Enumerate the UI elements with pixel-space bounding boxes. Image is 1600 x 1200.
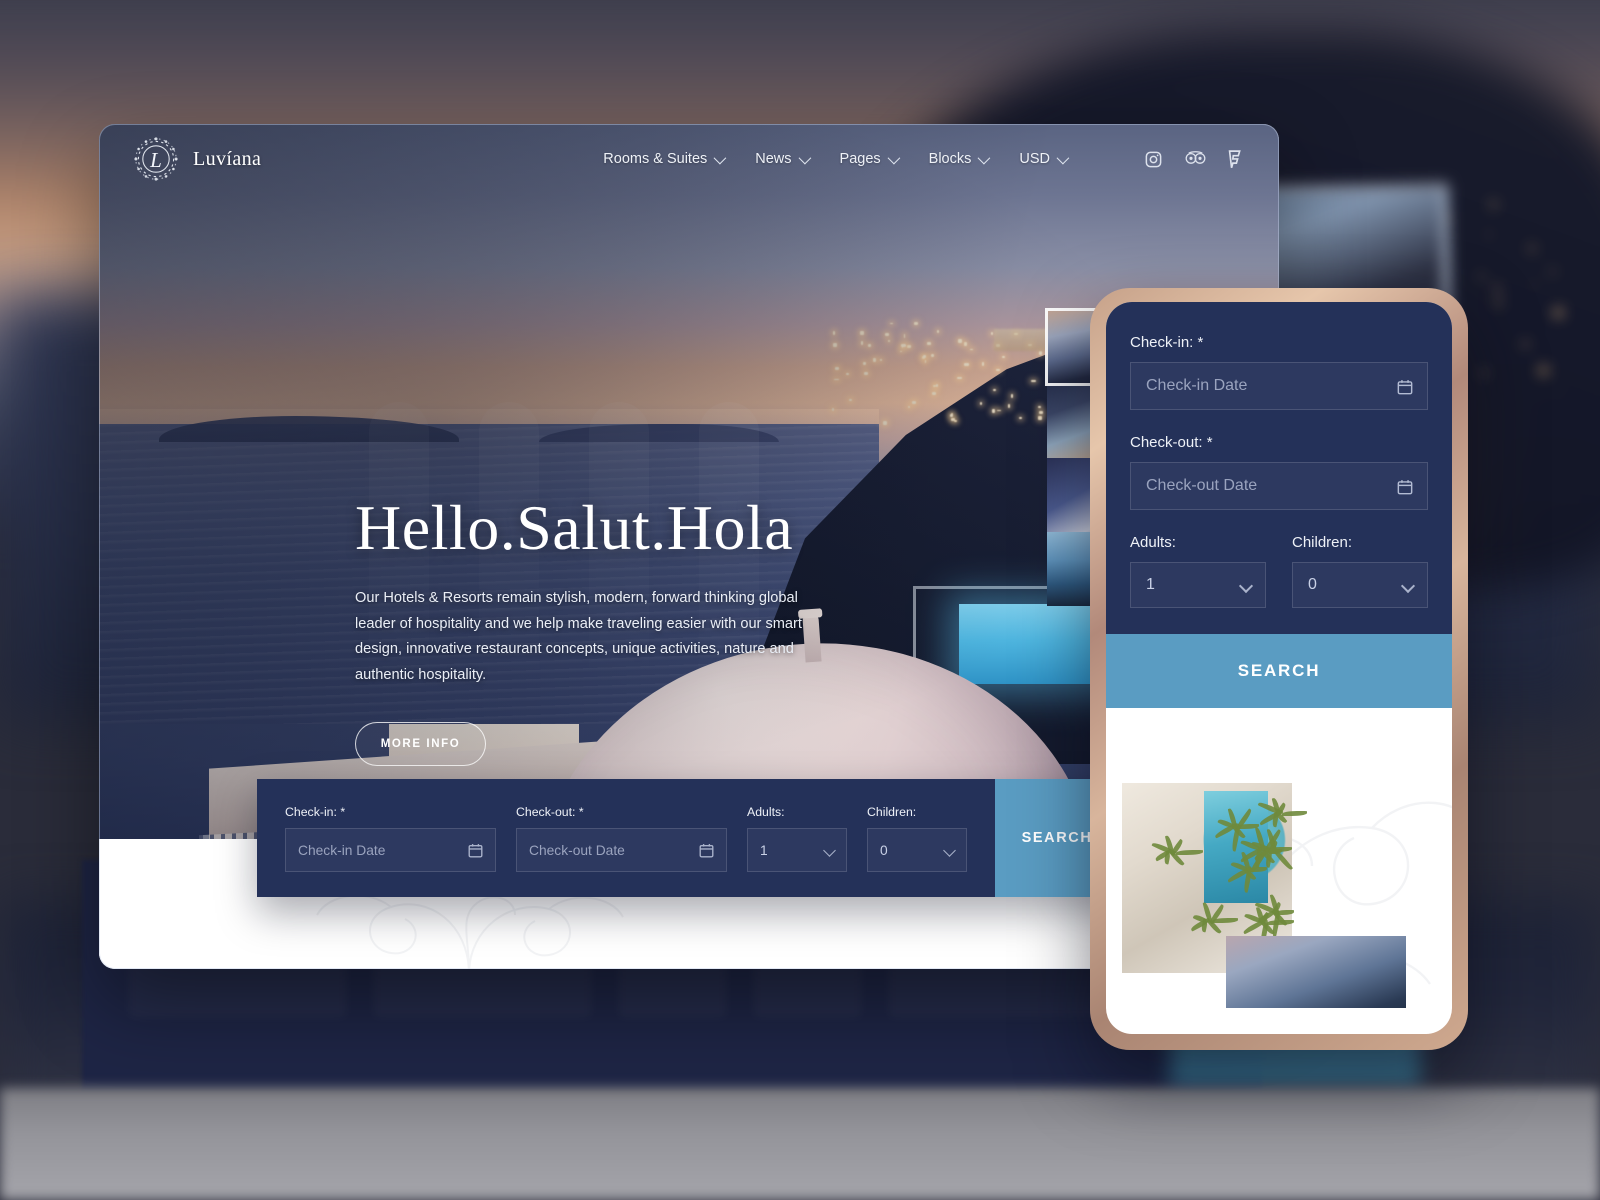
chevron-down-icon <box>1400 578 1416 594</box>
mobile-checkout-input[interactable]: Check-out Date <box>1130 462 1428 510</box>
nav-label: News <box>755 151 792 167</box>
chevron-down-icon <box>798 151 811 164</box>
chevron-down-icon <box>713 151 727 164</box>
adults-label: Adults: <box>747 805 785 819</box>
adults-select[interactable]: 1 <box>747 828 847 872</box>
mobile-adults-select[interactable]: 1 <box>1130 562 1266 608</box>
mobile-children-value: 0 <box>1308 576 1317 593</box>
nav-item-pages[interactable]: Pages <box>839 151 900 167</box>
brand-logo[interactable]: L Luvíana <box>133 136 261 182</box>
mobile-checkout-placeholder: Check-out Date <box>1146 477 1258 494</box>
nav-label: Blocks <box>928 151 972 167</box>
chevron-down-icon <box>1056 151 1070 164</box>
booking-fields: Check-in: * Check-in Date Check-out: * C… <box>257 779 995 897</box>
site-header: L Luvíana Rooms & Suites News Pages Bloc… <box>99 124 1279 194</box>
checkin-placeholder: Check-in Date <box>298 842 386 858</box>
mobile-checkout-label: Check-out: * <box>1130 434 1428 451</box>
tripadvisor-icon[interactable] <box>1185 150 1206 169</box>
required-mark: * <box>1206 434 1213 451</box>
mobile-guests-row: Adults: 1 Children: 0 <box>1130 534 1428 608</box>
mobile-adults-label: Adults: <box>1130 534 1176 551</box>
svg-text:L: L <box>149 148 162 172</box>
calendar-icon <box>698 842 715 859</box>
mobile-checkin-label: Check-in: * <box>1130 334 1428 351</box>
calendar-icon <box>1396 478 1414 496</box>
required-mark: * <box>1197 334 1204 351</box>
mobile-adults-group: Adults: 1 <box>1130 534 1266 608</box>
mobile-search-button[interactable]: SEARCH <box>1106 634 1452 708</box>
children-value: 0 <box>880 842 888 858</box>
checkout-label: Check-out: * <box>516 805 727 819</box>
mobile-screen: Check-in: * Check-in Date Check-out: * C… <box>1106 302 1452 1034</box>
checkin-label: Check-in: * <box>285 805 496 819</box>
calendar-icon <box>1396 378 1414 396</box>
required-mark: * <box>578 805 584 819</box>
chevron-down-icon <box>977 151 991 164</box>
nav-label: Pages <box>839 151 881 167</box>
hero-paragraph: Our Hotels & Resorts remain stylish, mod… <box>355 590 802 683</box>
mobile-checkin-input[interactable]: Check-in Date <box>1130 362 1428 410</box>
currency-selector[interactable]: USD <box>1019 151 1070 167</box>
mobile-checkin-placeholder: Check-in Date <box>1146 377 1248 394</box>
adults-group: Adults: 1 <box>747 805 847 897</box>
children-select[interactable]: 0 <box>867 828 967 872</box>
nav-item-news[interactable]: News <box>755 151 811 167</box>
mobile-children-group: Children: 0 <box>1292 534 1428 608</box>
checkout-group: Check-out: * Check-out Date <box>516 805 727 897</box>
social-links <box>1144 149 1245 169</box>
checkin-group: Check-in: * Check-in Date <box>285 805 496 897</box>
chevron-down-icon <box>823 844 836 857</box>
chevron-down-icon <box>1238 578 1254 594</box>
nav-item-blocks[interactable]: Blocks <box>928 151 991 167</box>
mobile-adults-value: 1 <box>1146 576 1155 593</box>
mobile-gallery <box>1106 708 1452 1008</box>
instagram-icon[interactable] <box>1144 150 1163 169</box>
nav-label: Rooms & Suites <box>603 151 708 167</box>
nav-item-rooms-suites[interactable]: Rooms & Suites <box>603 151 727 167</box>
mobile-photo-coast-dusk[interactable] <box>1226 936 1406 1008</box>
children-group: Children: 0 <box>867 805 967 897</box>
mobile-booking-form: Check-in: * Check-in Date Check-out: * C… <box>1106 302 1452 634</box>
foursquare-icon[interactable] <box>1226 149 1245 169</box>
wreath-monogram-icon: L <box>133 136 179 182</box>
main-nav: Rooms & Suites News Pages Blocks USD <box>603 149 1245 169</box>
currency-label: USD <box>1019 151 1050 167</box>
more-info-button[interactable]: MORE INFO <box>355 722 486 767</box>
checkout-label-text: Check-out: <box>516 805 576 819</box>
mobile-checkin-label-text: Check-in: <box>1130 334 1194 351</box>
mobile-children-label: Children: <box>1292 534 1353 551</box>
adults-value: 1 <box>760 842 768 858</box>
mobile-children-select[interactable]: 0 <box>1292 562 1428 608</box>
mobile-device-mockup: Check-in: * Check-in Date Check-out: * C… <box>1090 288 1468 1050</box>
checkin-label-text: Check-in: <box>285 805 337 819</box>
chevron-down-icon <box>887 151 900 164</box>
page-title: Hello.Salut.Hola <box>355 492 794 563</box>
background-floor <box>0 1088 1600 1200</box>
children-label: Children: <box>867 805 917 819</box>
calendar-icon <box>467 842 484 859</box>
checkout-input[interactable]: Check-out Date <box>516 828 727 872</box>
brand-name: Luvíana <box>193 147 262 170</box>
checkout-placeholder: Check-out Date <box>529 842 625 858</box>
hero-copy: Hello.Salut.Hola Our Hotels & Resorts re… <box>355 492 855 767</box>
booking-form: Check-in: * Check-in Date Check-out: * C… <box>257 779 1119 897</box>
mobile-checkout-label-text: Check-out: <box>1130 434 1203 451</box>
chevron-down-icon <box>943 844 956 857</box>
checkin-input[interactable]: Check-in Date <box>285 828 496 872</box>
required-mark: * <box>340 805 346 819</box>
